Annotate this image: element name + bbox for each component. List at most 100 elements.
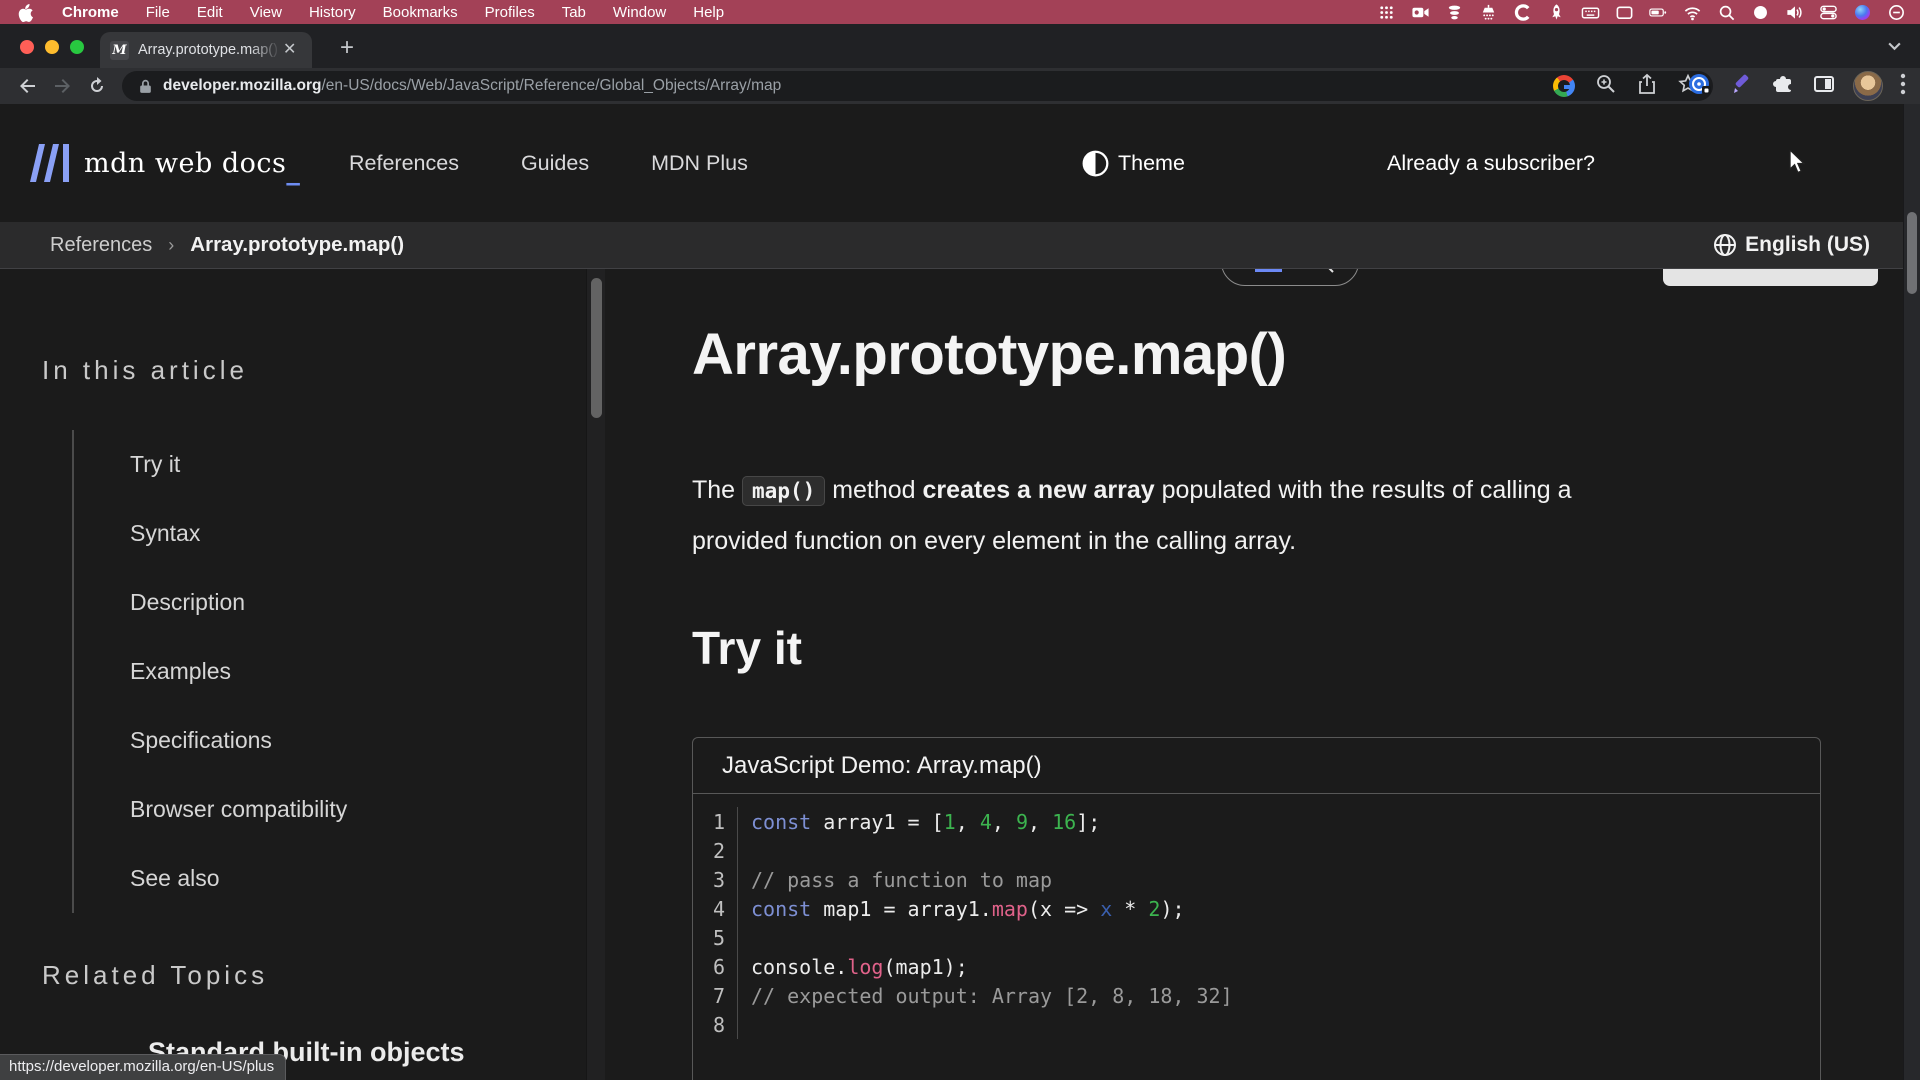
zoom-window-button[interactable] [70,40,84,54]
breadcrumb-parent[interactable]: References [50,234,152,257]
zoom-in-icon[interactable] [1595,73,1617,100]
code-editor[interactable]: 1const array1 = [1, 4, 9, 16];23// pass … [693,794,1820,1039]
rocket-icon[interactable] [1547,3,1566,22]
shower-icon[interactable] [1479,3,1498,22]
focus-minus-icon[interactable] [1887,3,1906,22]
apple-icon[interactable] [16,3,35,22]
highlighter-icon[interactable] [1730,72,1754,101]
apps-grid-icon[interactable] [1377,3,1396,22]
toc-item-description[interactable]: Description [74,568,347,637]
mdn-logo[interactable]: mdn web docs_ [28,104,300,222]
menu-tab[interactable]: Tab [562,4,586,21]
profile-avatar[interactable] [1853,71,1883,101]
code-line: 5 [693,923,1820,952]
stack-icon[interactable] [1445,3,1464,22]
toc-item-examples[interactable]: Examples [74,637,347,706]
code-line: 1const array1 = [1, 4, 9, 16]; [693,807,1820,836]
code-line: 8 [693,1010,1820,1039]
breadcrumb-current: Array.prototype.map() [190,233,404,257]
siri-icon[interactable] [1853,3,1872,22]
share-icon[interactable] [1637,73,1657,100]
line-number: 7 [693,984,737,1008]
toc-item-see-also[interactable]: See also [74,844,347,913]
password-manager-icon[interactable] [1687,71,1713,102]
interactive-demo: JavaScript Demo: Array.map() 1const arra… [692,737,1821,1080]
menu-chrome[interactable]: Chrome [62,4,119,21]
keyboard-icon[interactable] [1581,3,1600,22]
menubar-status-icons [1377,3,1920,22]
sidebar: In this article Try itSyntaxDescriptionE… [0,269,600,1080]
menu-file[interactable]: File [146,4,170,21]
mdn-logo-mark [28,144,74,182]
nav-guides[interactable]: Guides [521,151,589,176]
battery-icon[interactable] [1649,3,1668,22]
code-line: 2 [693,836,1820,865]
globe-icon [1713,233,1737,257]
line-number: 5 [693,926,737,950]
breadcrumb-separator: › [168,235,174,256]
toc-item-syntax[interactable]: Syntax [74,499,347,568]
back-icon[interactable] [16,74,40,98]
code-line: 7// expected output: Array [2, 8, 18, 32… [693,981,1820,1010]
google-g-icon[interactable] [1553,75,1575,97]
theme-switcher[interactable]: Theme [1082,104,1185,222]
close-window-button[interactable] [20,40,34,54]
wifi-icon[interactable] [1683,3,1702,22]
c-ring-icon[interactable] [1513,3,1532,22]
code-line: 3// pass a function to map [693,865,1820,894]
tab-close-icon[interactable]: ✕ [283,42,296,58]
toc-item-specifications[interactable]: Specifications [74,706,347,775]
line-number: 1 [693,810,737,834]
address-bar[interactable]: developer.mozilla.org/en-US/docs/Web/Jav… [122,71,1713,101]
kebab-menu-icon[interactable] [1900,73,1906,100]
menu-profiles[interactable]: Profiles [485,4,535,21]
reload-icon[interactable] [85,74,109,98]
minimize-window-button[interactable] [45,40,59,54]
article-main: Array.prototype.map() The map() method c… [600,269,1920,1080]
menu-help[interactable]: Help [693,4,724,21]
page-scrollbar-thumb[interactable] [1907,212,1917,294]
theme-icon [1082,150,1109,177]
menu-view[interactable]: View [250,4,282,21]
toc-item-try-it[interactable]: Try it [74,430,347,499]
side-panel-icon[interactable] [1812,72,1836,101]
mdn-favicon: M [110,41,129,60]
code-line: 4const map1 = array1.map(x => x * 2); [693,894,1820,923]
breadcrumb-bar: References › Array.prototype.map() Engli… [0,222,1920,269]
volume-icon[interactable] [1785,3,1804,22]
language-switcher[interactable]: English (US) [1713,233,1870,257]
mdn-logo-text: mdn web docs_ [84,148,300,179]
window-icon[interactable] [1615,3,1634,22]
tab-title: Array.prototype.map() - JavaScript | MDN [138,42,281,58]
menu-edit[interactable]: Edit [197,4,223,21]
related-topics-heading: Related Topics [42,960,268,991]
extensions-puzzle-icon[interactable] [1771,72,1795,101]
nav-references[interactable]: References [349,151,459,176]
new-tab-button[interactable]: + [340,34,354,62]
page-scrollbar[interactable] [1903,104,1920,1080]
map-code-chip: map() [742,476,825,506]
menu-bookmarks[interactable]: Bookmarks [383,4,458,21]
mouse-cursor [1786,150,1808,174]
record-dot-icon[interactable] [1751,3,1770,22]
control-center-icon[interactable] [1819,3,1838,22]
nav-mdn-plus[interactable]: MDN Plus [651,151,748,176]
chrome-tabstrip: M Array.prototype.map() - JavaScript | M… [0,24,1920,68]
browser-tab[interactable]: M Array.prototype.map() - JavaScript | M… [100,32,312,68]
search-icon[interactable] [1717,3,1736,22]
forward-icon[interactable] [50,74,74,98]
lock-icon [138,78,153,95]
window-controls [20,40,84,54]
menu-window[interactable]: Window [613,4,666,21]
url-text: developer.mozilla.org/en-US/docs/Web/Jav… [163,77,781,95]
link-preview-status: https://developer.mozilla.org/en-US/plus [0,1054,286,1080]
menu-history[interactable]: History [309,4,356,21]
toc-item-browser-compatibility[interactable]: Browser compatibility [74,775,347,844]
subscriber-link[interactable]: Already a subscriber? [1387,104,1595,222]
in-this-article-heading: In this article [42,355,248,386]
screen-record-icon[interactable] [1411,3,1430,22]
tab-search-chevron-icon[interactable] [1887,39,1902,57]
page-title: Array.prototype.map() [692,321,1286,388]
toc-list: Try itSyntaxDescriptionExamplesSpecifica… [72,430,347,913]
code-line: 6console.log(map1); [693,952,1820,981]
